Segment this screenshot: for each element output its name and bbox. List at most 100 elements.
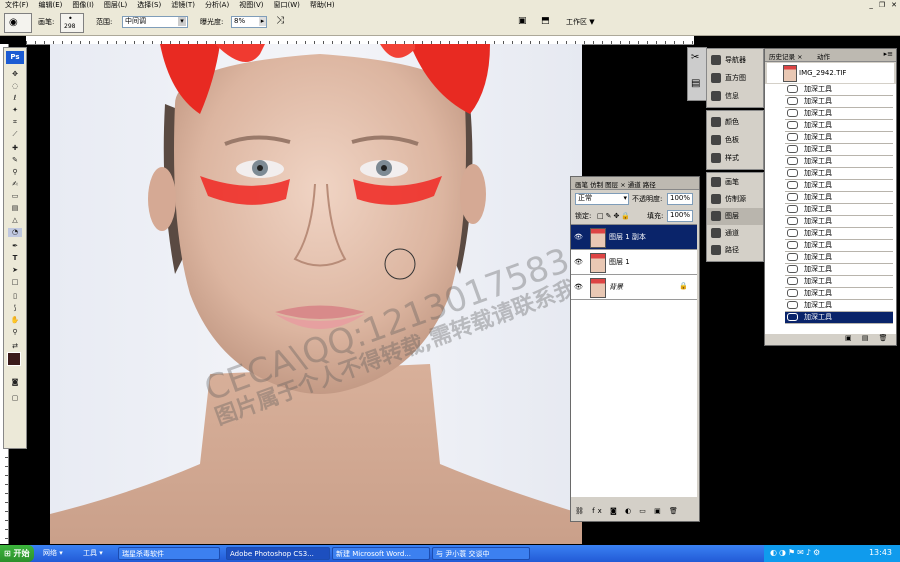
history-item[interactable]: 加深工具: [785, 288, 893, 300]
brush-picker[interactable]: • 298: [60, 13, 84, 33]
hand-tool-icon[interactable]: ✋: [8, 316, 22, 325]
palette-well-icon[interactable]: ▣: [518, 16, 527, 26]
magic-wand-tool-icon[interactable]: ✦: [8, 106, 22, 115]
history-item[interactable]: 加深工具: [785, 252, 893, 264]
layers-tab-strip[interactable]: 画笔 仿制 图层 × 通道 路径: [575, 179, 656, 189]
menu-image[interactable]: 图像(I): [67, 0, 99, 10]
menu-analysis[interactable]: 分析(A): [200, 0, 234, 10]
notes-tool-icon[interactable]: ▯: [8, 292, 22, 301]
layer-footer-icons[interactable]: ⛓ fx ◙ ◐ ▭ ▣ 🗑: [575, 507, 681, 515]
history-item[interactable]: 加深工具: [785, 180, 893, 192]
blend-mode-select[interactable]: 正常 ▾: [575, 193, 629, 205]
slice-tool-icon[interactable]: ⟋: [8, 130, 22, 139]
menu-select[interactable]: 选择(S): [132, 0, 166, 10]
taskbar-network[interactable]: 网络 ▾: [40, 547, 78, 560]
shape-tool-icon[interactable]: □: [8, 278, 22, 287]
history-item[interactable]: 加深工具: [785, 204, 893, 216]
history-footer-icons[interactable]: ▣ ▤ 🗑: [845, 334, 892, 342]
history-item[interactable]: 加深工具: [785, 84, 893, 96]
fill-input[interactable]: 100%: [667, 210, 693, 222]
burn-tool-icon[interactable]: ◔: [8, 228, 22, 237]
range-select[interactable]: 中间调 ▾: [122, 16, 188, 28]
type-tool-icon[interactable]: T: [8, 254, 22, 263]
quick-mask-icon[interactable]: ◙: [8, 378, 22, 387]
layer-row[interactable]: 👁 图层 1: [571, 250, 697, 275]
history-item[interactable]: 加深工具: [785, 144, 893, 156]
menu-file[interactable]: 文件(F): [0, 0, 34, 10]
minimize-icon[interactable]: _: [866, 0, 876, 10]
taskbar-rising-antivirus[interactable]: 瑞星杀毒软件: [118, 547, 220, 560]
history-brush-tool-icon[interactable]: ✍: [8, 180, 22, 189]
history-item[interactable]: 加深工具: [785, 156, 893, 168]
lock-icons[interactable]: □✎✥🔒: [597, 212, 632, 221]
tab-history[interactable]: 历史记录 ×: [769, 51, 803, 61]
menu-edit[interactable]: 编辑(E): [34, 0, 68, 10]
slider-arrow-icon[interactable]: ▸: [259, 17, 266, 26]
dock-info[interactable]: 信息: [707, 88, 739, 105]
pen-tool-icon[interactable]: ✒: [8, 242, 22, 251]
history-item[interactable]: 加深工具: [785, 192, 893, 204]
taskbar-chat[interactable]: 与 尹小蓑 交谈中: [432, 547, 530, 560]
menu-view[interactable]: 视图(V): [234, 0, 268, 10]
taskbar-word[interactable]: 新建 Microsoft Word...: [332, 547, 430, 560]
close-icon[interactable]: ✕: [888, 0, 900, 10]
crop-tool-icon[interactable]: ⌗: [8, 118, 22, 127]
dock-swatches[interactable]: 色板: [707, 132, 739, 149]
bridge-icon[interactable]: ⬒: [541, 16, 550, 26]
tool-presets-icon[interactable]: ▤: [691, 78, 700, 89]
tool-preset-picker[interactable]: ◉: [4, 13, 32, 33]
menu-layer[interactable]: 图层(L): [99, 0, 132, 10]
marquee-tool-icon[interactable]: ◌: [8, 82, 22, 91]
history-item[interactable]: 加深工具: [785, 240, 893, 252]
airbrush-icon[interactable]: ⤨: [276, 15, 284, 26]
tools-icon[interactable]: ✂: [691, 52, 699, 63]
dock-layers[interactable]: 图层: [707, 208, 763, 225]
history-item[interactable]: 加深工具: [785, 96, 893, 108]
swap-colors-icon[interactable]: ⇄: [8, 342, 22, 351]
history-item[interactable]: 加深工具: [785, 120, 893, 132]
screen-mode-icon[interactable]: ▢: [8, 394, 22, 403]
taskbar-tools[interactable]: 工具 ▾: [80, 547, 116, 560]
history-item-selected[interactable]: 加深工具: [785, 312, 893, 324]
history-item[interactable]: 加深工具: [785, 276, 893, 288]
clone-stamp-tool-icon[interactable]: ⚲: [8, 168, 22, 177]
tab-actions[interactable]: 动作: [817, 51, 830, 61]
history-item[interactable]: 加深工具: [785, 300, 893, 312]
eye-icon[interactable]: 👁: [574, 258, 583, 266]
history-item[interactable]: 加深工具: [785, 264, 893, 276]
eye-icon[interactable]: 👁: [574, 283, 583, 291]
taskbar-photoshop[interactable]: Adobe Photoshop CS3...: [226, 547, 330, 560]
blur-tool-icon[interactable]: △: [8, 216, 22, 225]
document-canvas[interactable]: CECA\QQ:1213017583 图片属于个人不得转载,需转载请联系我: [50, 44, 582, 544]
gradient-tool-icon[interactable]: ▤: [8, 204, 22, 213]
menu-help[interactable]: 帮助(H): [305, 0, 340, 10]
menu-window[interactable]: 窗口(W): [268, 0, 304, 10]
eye-icon[interactable]: 👁: [574, 233, 583, 241]
start-button[interactable]: ⊞ 开始: [0, 545, 34, 562]
tray-icons[interactable]: ◐◑⚑✉♪⚙: [770, 548, 822, 557]
dock-paths[interactable]: 路径: [707, 242, 739, 259]
zoom-tool-icon[interactable]: ⚲: [8, 328, 22, 337]
menu-filter[interactable]: 滤镜(T): [166, 0, 200, 10]
restore-icon[interactable]: ❐: [876, 0, 888, 10]
history-item[interactable]: 加深工具: [785, 132, 893, 144]
layer-row[interactable]: 👁 图层 1 副本: [571, 225, 697, 250]
opacity-input[interactable]: 100%: [667, 193, 693, 205]
history-item[interactable]: 加深工具: [785, 108, 893, 120]
eyedropper-tool-icon[interactable]: ⟆: [8, 304, 22, 313]
photoshop-logo[interactable]: Ps: [6, 51, 24, 64]
history-item[interactable]: 加深工具: [785, 228, 893, 240]
layer-row[interactable]: 👁 背景 🔒: [571, 275, 697, 300]
history-snapshot[interactable]: IMG_2942.TIF: [767, 63, 894, 83]
dock-channels[interactable]: 通道: [707, 225, 739, 242]
foreground-color-swatch[interactable]: [7, 352, 21, 366]
move-tool-icon[interactable]: ✥: [8, 70, 22, 79]
dock-brushes[interactable]: 画笔: [707, 174, 739, 191]
dock-color[interactable]: 颜色: [707, 114, 739, 131]
eraser-tool-icon[interactable]: ▭: [8, 192, 22, 201]
dock-histogram[interactable]: 直方图: [707, 70, 746, 87]
dock-styles[interactable]: 样式: [707, 150, 739, 167]
history-item[interactable]: 加深工具: [785, 168, 893, 180]
healing-brush-tool-icon[interactable]: ✚: [8, 144, 22, 153]
exposure-input[interactable]: 8% ▸: [231, 16, 267, 28]
